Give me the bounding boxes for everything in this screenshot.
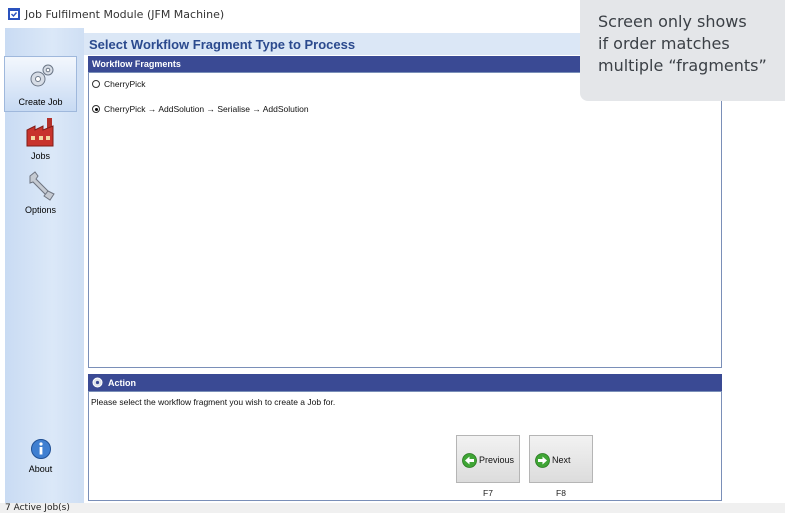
- nav-item-label: Options: [24, 205, 57, 215]
- nav-item-jobs[interactable]: Jobs: [4, 116, 77, 164]
- page-title: Select Workflow Fragment Type to Process: [89, 37, 356, 52]
- info-icon: [31, 439, 51, 459]
- nav-item-label: Jobs: [30, 151, 50, 161]
- fragment-option-label: CherryPick → AddSolution → Serialise → A…: [104, 104, 309, 114]
- gear-icon: [92, 377, 103, 388]
- radio-button[interactable]: [92, 105, 100, 113]
- callout-text: Screen only shows if order matches multi…: [598, 12, 767, 75]
- active-jobs-status: 7 Active Job(s): [5, 503, 70, 513]
- previous-button[interactable]: Previous: [456, 435, 520, 483]
- app-icon: [8, 8, 20, 20]
- action-message: Please select the workflow fragment you …: [91, 397, 336, 407]
- nav-item-create-job[interactable]: Create Job: [4, 56, 77, 112]
- fragments-list: [88, 72, 722, 368]
- fragment-option-label: CherryPick: [104, 79, 146, 89]
- next-button-label: Next: [552, 455, 571, 465]
- nav-item-about[interactable]: About: [4, 438, 77, 480]
- status-bar: 7 Active Job(s): [0, 503, 785, 513]
- arrow-right-icon: [535, 453, 550, 468]
- gears-icon: [30, 64, 54, 87]
- wrench-icon: [29, 171, 55, 201]
- action-panel-header: Action: [88, 374, 722, 391]
- previous-button-label: Previous: [479, 455, 515, 465]
- nav-item-label: About: [28, 464, 53, 474]
- callout-note: Screen only shows if order matches multi…: [580, 0, 785, 101]
- fragments-panel-title: Workflow Fragments: [92, 59, 181, 69]
- nav-item-options[interactable]: Options: [4, 170, 77, 218]
- next-button[interactable]: Next: [529, 435, 593, 483]
- arrow-left-icon: [462, 453, 477, 468]
- action-panel-title: Action: [108, 378, 136, 388]
- previous-shortcut-key: F7: [483, 488, 493, 498]
- radio-button[interactable]: [92, 80, 100, 88]
- next-shortcut-key: F8: [556, 488, 566, 498]
- window-title: Job Fulfilment Module (JFM Machine): [25, 8, 225, 21]
- factory-icon: [26, 118, 54, 147]
- action-panel: [88, 391, 722, 501]
- nav-item-label: Create Job: [18, 97, 63, 107]
